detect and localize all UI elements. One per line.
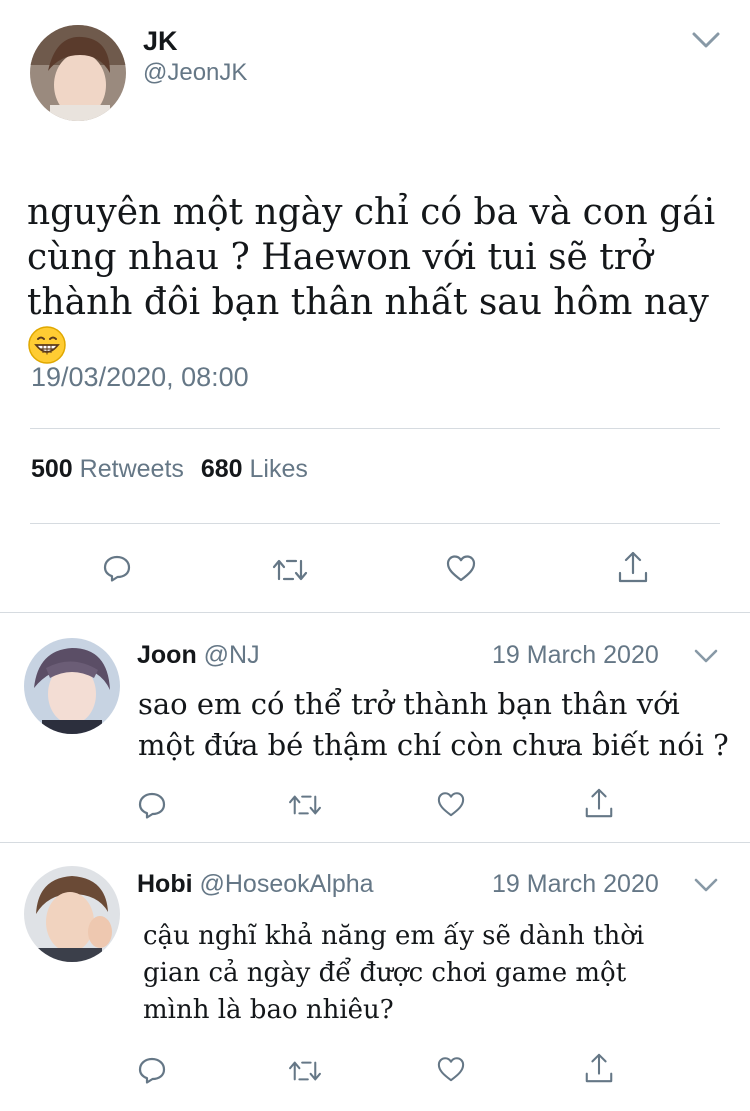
retweets-stat[interactable]: 500 Retweets — [31, 455, 191, 483]
main-author-name[interactable]: JK — [143, 26, 178, 57]
reply-icon[interactable] — [137, 1055, 167, 1085]
chevron-down-icon[interactable] — [693, 876, 719, 894]
reply-author-name[interactable]: Hobi — [137, 870, 193, 898]
reply-date[interactable]: 19 March 2020 — [492, 870, 659, 899]
reply-divider — [0, 842, 750, 843]
retweets-count: 500 — [31, 455, 73, 483]
reply-header: Hobi @HoseokAlpha — [137, 870, 374, 899]
reply-text: cậu nghĩ khả năng em ấy sẽ dành thời gia… — [143, 921, 645, 1025]
share-icon[interactable] — [616, 549, 650, 585]
avatar-hobi[interactable] — [24, 866, 120, 962]
chevron-down-icon[interactable] — [691, 30, 721, 50]
like-icon[interactable] — [436, 1055, 466, 1083]
retweet-icon[interactable] — [287, 1057, 323, 1085]
like-icon[interactable] — [445, 553, 477, 583]
avatar-jk[interactable] — [30, 25, 126, 121]
reply-text: sao em có thể trở thành bạn thân với một… — [138, 687, 729, 762]
chevron-down-icon[interactable] — [693, 647, 719, 665]
reply-author-name[interactable]: Joon — [137, 641, 197, 669]
engagement-stats: 500 Retweets 680 Likes — [31, 455, 308, 484]
divider — [30, 523, 720, 524]
divider — [30, 428, 720, 429]
reply-icon[interactable] — [137, 790, 167, 820]
main-author-handle[interactable]: @JeonJK — [143, 59, 247, 87]
main-tweet-text-content: nguyên một ngày chỉ có ba và con gái cùn… — [27, 192, 716, 323]
share-icon[interactable] — [583, 786, 615, 820]
main-tweet-timestamp[interactable]: 19/03/2020, 08:00 — [31, 362, 249, 393]
likes-stat[interactable]: 680 Likes — [201, 455, 308, 483]
reply-date[interactable]: 19 March 2020 — [492, 641, 659, 670]
grinning-face-emoji-icon — [27, 325, 67, 365]
retweet-icon[interactable] — [287, 791, 323, 819]
share-icon[interactable] — [583, 1051, 615, 1085]
retweets-label: Retweets — [79, 455, 184, 483]
reply-header: Joon @NJ — [137, 641, 260, 670]
section-divider — [0, 612, 750, 613]
reply-author-handle[interactable]: @NJ — [204, 641, 260, 669]
reply-author-handle[interactable]: @HoseokAlpha — [200, 870, 374, 898]
main-tweet-text: nguyên một ngày chỉ có ba và con gái cùn… — [27, 190, 747, 370]
like-icon[interactable] — [436, 790, 466, 818]
avatar-joon[interactable] — [24, 638, 120, 734]
reply-icon[interactable] — [102, 553, 132, 583]
likes-label: Likes — [249, 455, 308, 483]
retweet-icon[interactable] — [271, 555, 309, 585]
likes-count: 680 — [200, 455, 243, 483]
